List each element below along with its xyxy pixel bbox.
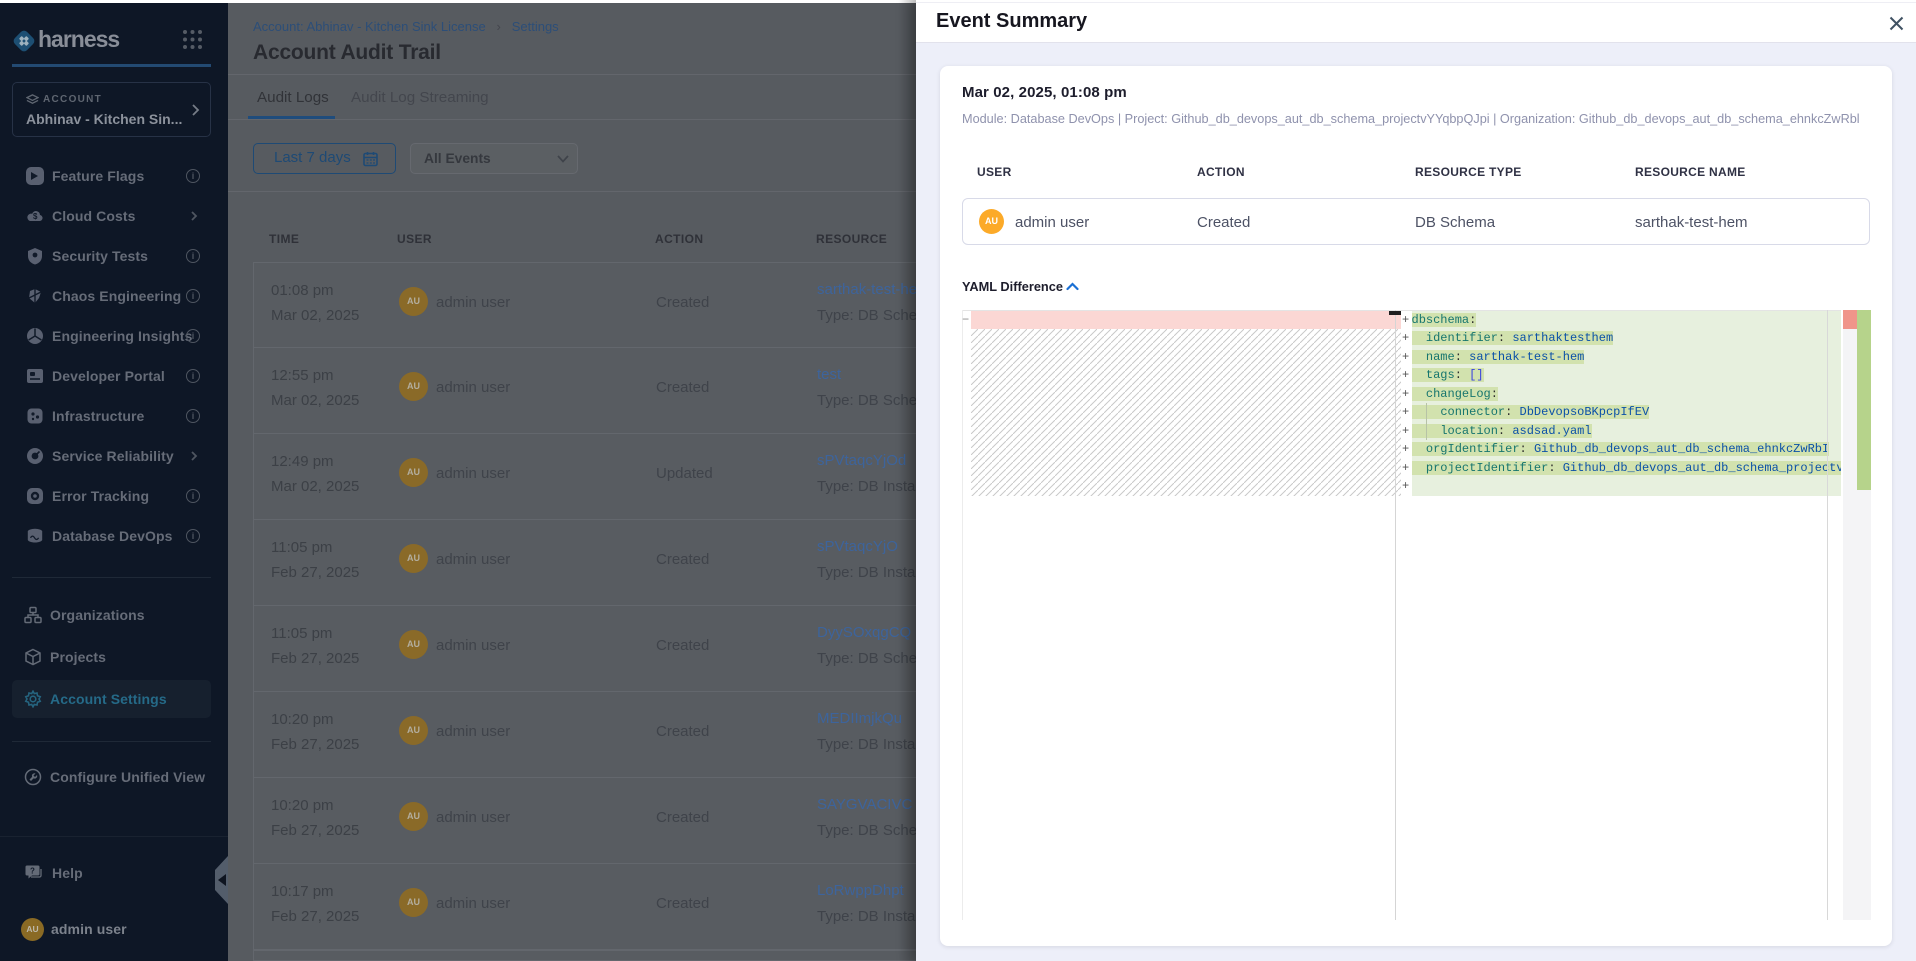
svg-text:$: $ <box>33 212 38 221</box>
svg-text:?: ? <box>30 867 35 876</box>
